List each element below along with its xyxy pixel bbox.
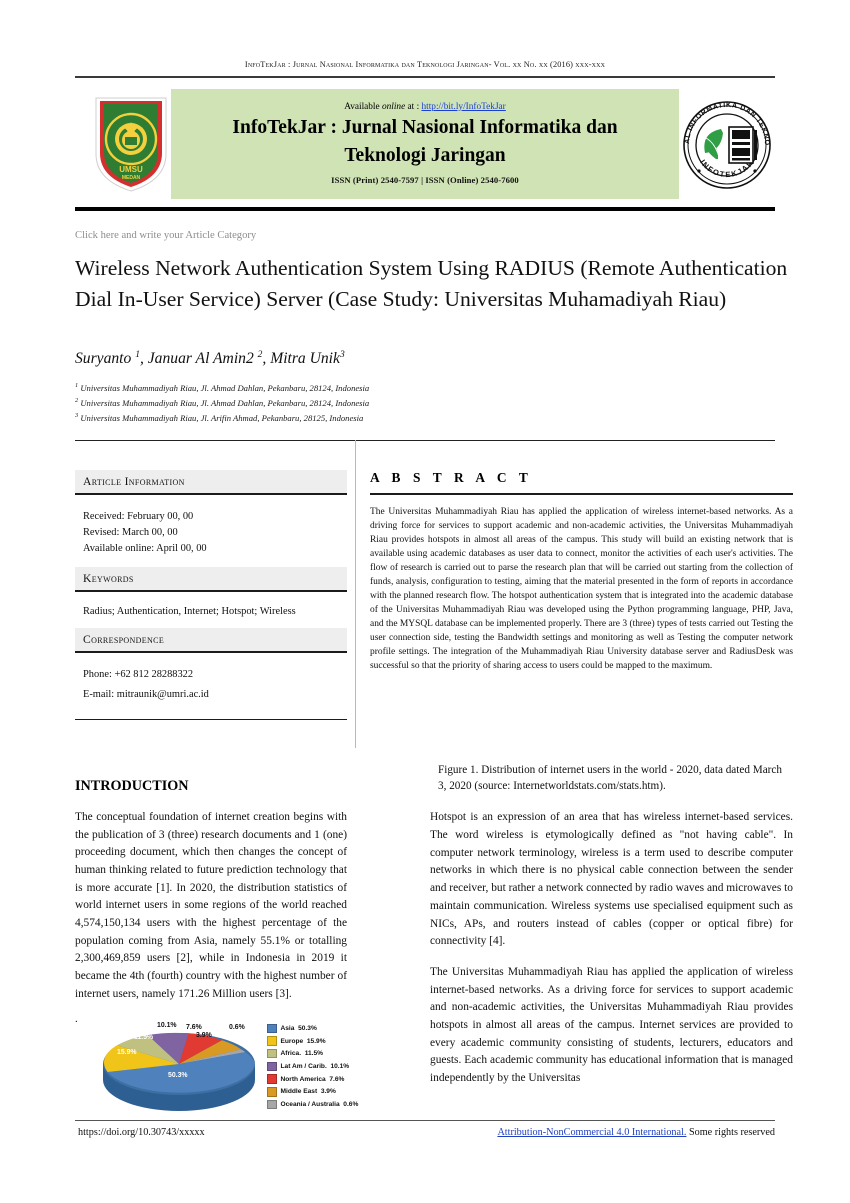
available-online-date: Available online: April 00, 00 (83, 543, 207, 555)
legend-item: Europe 15.9% (267, 1035, 379, 1048)
infotekjar-circular-seal-logo: JURNAL NASIONAL INFORMATIKA DAN TEKNOLOG… (675, 89, 771, 189)
legend-item: North America 7.6% (267, 1073, 379, 1086)
author-list: Suryanto 1, Januar Al Amin2 2, Mitra Uni… (75, 350, 345, 368)
legend-item: Africa. 11.5% (267, 1047, 379, 1060)
article-information-rule (75, 493, 347, 495)
right-column: Figure 1. Distribution of internet users… (430, 762, 793, 1101)
introduction-heading: INTRODUCTION (75, 778, 189, 794)
legend-item: Asia 50.3% (267, 1022, 379, 1035)
right-paragraph-1: Hotspot is an expression of an area that… (430, 811, 793, 948)
affiliation-2: 2 Universitas Muhammadiyah Riau, Jl. Ahm… (75, 396, 370, 408)
pie-label-oceania: 0.6% (229, 1024, 245, 1031)
issn-line: ISSN (Print) 2540-7597 | ISSN (Online) 2… (331, 175, 519, 185)
legend-label-africa: Africa. 11.5% (280, 1050, 324, 1058)
abstract-text: The Universitas Muhammadiyah Riau has ap… (370, 506, 793, 671)
affiliation-3-text: Universitas Muhammadiyah Riau, Jl. Arifi… (80, 412, 364, 423)
column-divider (355, 440, 356, 748)
right-paragraph-2: The Universitas Muhammadiyah Riau has ap… (430, 965, 793, 1084)
abstract-rule (370, 493, 793, 495)
correspondence-bottom-rule (75, 718, 347, 721)
legend-label-oceania: Oceania / Australia 0.6% (280, 1100, 359, 1108)
legend-item: Lat Am / Carib. 10.1% (267, 1060, 379, 1073)
introduction-column: INTRODUCTION The conceptual foundation o… (75, 778, 347, 1025)
received-date: Received: February 00, 00 (83, 510, 194, 522)
pie-label-middle-east: 3.9% (196, 1032, 212, 1039)
keywords-rule (75, 590, 347, 593)
pie-chart-legend: Asia 50.3% Europe 15.9% Africa. 11.5% La… (267, 1022, 379, 1111)
available-prefix: Available (344, 102, 382, 112)
header-rule (75, 76, 775, 78)
affiliation-2-text: Universitas Muhammadiyah Riau, Jl. Ahmad… (80, 397, 370, 408)
article-information-body: Received: February 00, 00 Revised: March… (75, 497, 347, 568)
available-online-italic: online (381, 102, 406, 112)
article-information-heading: Article Information (75, 470, 347, 493)
article-category-placeholder[interactable]: Click here and write your Article Catego… (75, 230, 256, 241)
svg-text:MEDAN: MEDAN (122, 175, 141, 181)
pie-label-africa: 11.5% (134, 1034, 154, 1041)
doi-text: https://doi.org/10.30743/xxxxx (78, 1127, 205, 1138)
correspondence-phone: Phone: +62 812 28288322 (83, 668, 194, 680)
info-section-top-rule (75, 440, 775, 442)
legend-label-latam: Lat Am / Carib. 10.1% (280, 1062, 350, 1070)
correspondence-heading: Correspondence (75, 628, 347, 652)
svg-text:UMSU: UMSU (119, 165, 143, 174)
pie-label-asia: 50.3% (168, 1072, 188, 1079)
article-information-panel: Article Information Received: February 0… (75, 470, 347, 721)
available-online-line: Available online at : http://bit.ly/Info… (171, 102, 679, 112)
legend-swatch-latam (267, 1061, 277, 1072)
pie-label-north-america: 7.6% (186, 1024, 202, 1031)
affiliation-1-text: Universitas Muhammadiyah Riau, Jl. Ahmad… (80, 382, 370, 393)
figure-1-pie-chart: 50.3% 15.9% 11.5% 10.1% 7.6% 3.9% 0.6% A… (95, 1018, 375, 1123)
legend-label-asia: Asia 50.3% (280, 1024, 317, 1032)
abstract-panel: A B S T R A C T The Universitas Muhammad… (370, 470, 793, 674)
paper-page: InfoTekJar : Jurnal Nasional Informatika… (0, 0, 850, 1203)
legend-item: Middle East 3.9% (267, 1085, 379, 1098)
legend-item: Oceania / Australia 0.6% (267, 1098, 379, 1111)
legend-swatch-asia (267, 1023, 277, 1034)
legend-swatch-north-america (267, 1074, 277, 1084)
correspondence-body: Phone: +62 812 28288322 E-mail: mitrauni… (75, 655, 347, 716)
legend-label-north-america: North America 7.6% (280, 1075, 345, 1083)
pie-label-latam: 10.1% (157, 1022, 177, 1029)
keywords-text: Radius; Authentication, Internet; Hotspo… (83, 606, 296, 618)
available-at: at : (405, 102, 422, 112)
correspondence-email: E-mail: mitraunik@umri.ac.id (83, 689, 209, 701)
page-title: Wireless Network Authentication System U… (75, 256, 788, 311)
revised-date: Revised: March 00, 00 (83, 526, 178, 538)
running-head: InfoTekJar : Jurnal Nasional Informatika… (244, 60, 606, 69)
legend-swatch-oceania (267, 1099, 277, 1110)
license-footer: Attribution-NonCommercial 4.0 Internatio… (497, 1127, 775, 1138)
pie-label-europe: 15.9% (117, 1049, 137, 1056)
journal-title-line1: InfoTekJar : Jurnal Nasional Informatika… (232, 117, 618, 138)
affiliation-3: 3 Universitas Muhammadiyah Riau, Jl. Ari… (75, 411, 364, 423)
abstract-heading: A B S T R A C T (370, 470, 533, 485)
footer-rule (75, 1120, 775, 1122)
legend-label-middle-east: Middle East 3.9% (280, 1088, 336, 1096)
affiliation-list: 1 Universitas Muhammadiyah Riau, Jl. Ahm… (75, 381, 775, 425)
universitas-muhammadiyah-riau-shield-logo: UMSU MEDAN (95, 97, 167, 192)
journal-title-line2: Teknologi Jaringan (344, 144, 506, 166)
legend-swatch-europe (267, 1036, 277, 1046)
license-rights-text: Some rights reserved (686, 1127, 775, 1138)
legend-label-europe: Europe 15.9% (280, 1037, 326, 1045)
pie-chart-graphic (103, 1032, 255, 1111)
figure-1-caption: Figure 1. Distribution of internet users… (438, 764, 782, 793)
license-link[interactable]: Attribution-NonCommercial 4.0 Internatio… (497, 1127, 686, 1138)
journal-title: InfoTekJar : Jurnal Nasional Informatika… (185, 114, 665, 169)
legend-swatch-middle-east (267, 1087, 277, 1097)
legend-swatch-africa (267, 1048, 277, 1059)
correspondence-rule (75, 651, 347, 653)
journal-url-link[interactable]: http://bit.ly/InfoTekJar (421, 102, 505, 112)
banner-bottom-rule (75, 207, 775, 211)
affiliation-1: 1 Universitas Muhammadiyah Riau, Jl. Ahm… (75, 382, 370, 393)
journal-banner: UMSU MEDAN Available online at : http://… (75, 89, 775, 201)
keywords-heading: Keywords (75, 567, 347, 591)
introduction-paragraph-1: The conceptual foundation of internet cr… (75, 811, 347, 1000)
